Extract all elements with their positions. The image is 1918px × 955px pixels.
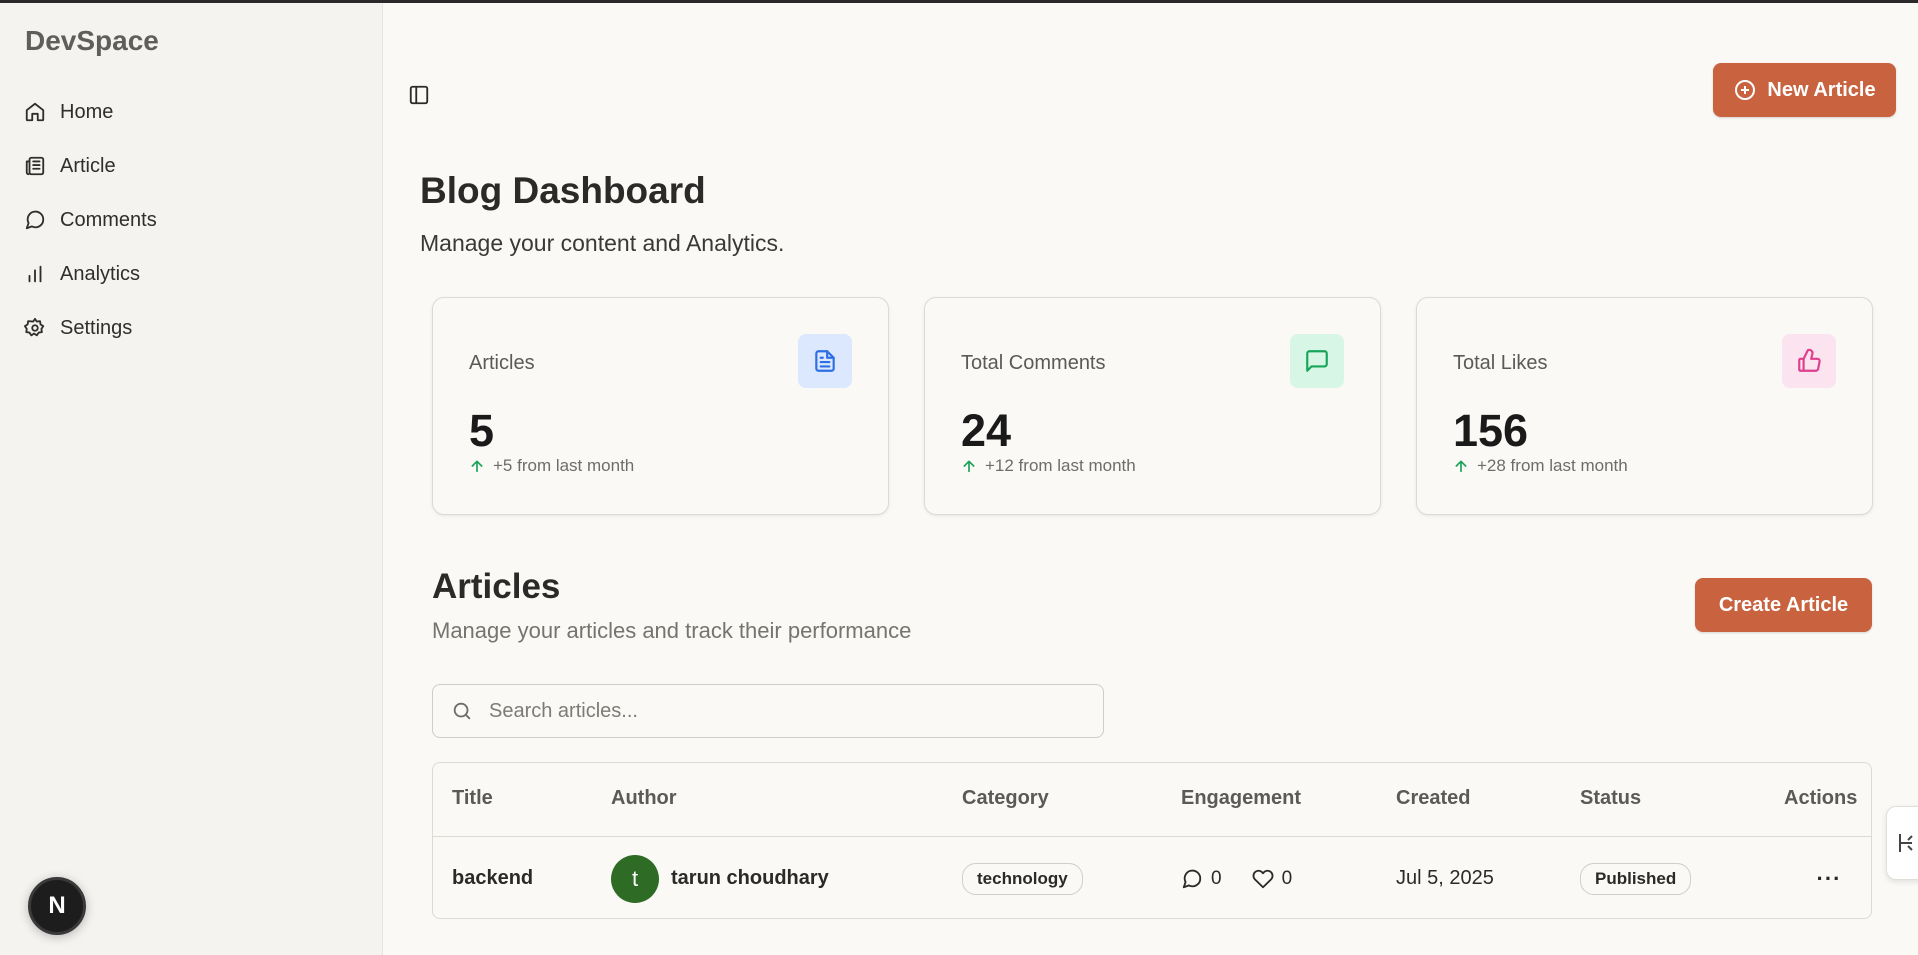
comment-count: 0 — [1211, 867, 1222, 889]
arrow-up-icon — [1455, 460, 1467, 473]
stat-trend-text: +12 from last month — [985, 456, 1136, 475]
sidebar-toggle-button[interactable] — [408, 84, 432, 108]
status-badge: Published — [1580, 862, 1692, 895]
search-input[interactable] — [489, 699, 1069, 723]
panel-left-icon — [409, 85, 429, 105]
column-header-author[interactable]: Author — [611, 787, 677, 810]
stat-trend-text: +5 from last month — [493, 456, 635, 475]
cell-status: Published — [1580, 837, 1692, 918]
stat-icon-wrapper — [1290, 334, 1344, 388]
cell-category: technology — [962, 837, 1083, 918]
sidebar-item-label: Comments — [60, 208, 157, 231]
search-icon — [453, 702, 471, 720]
stat-icon-wrapper — [1782, 334, 1836, 388]
create-article-button[interactable]: Create Article — [1695, 578, 1872, 632]
page-subtitle: Manage your content and Analytics. — [420, 230, 785, 256]
page-title: Blog Dashboard — [420, 170, 706, 211]
stat-label: Total Likes — [1453, 352, 1548, 374]
dev-tools-badge[interactable]: N — [28, 877, 86, 935]
stat-card-articles: Articles 5 +5 from last month — [432, 297, 889, 515]
sidebar-item-settings[interactable]: Settings — [24, 301, 157, 355]
stat-card-comments: Total Comments 24 +12 from last month — [924, 297, 1381, 515]
sidebar-item-label: Home — [60, 100, 114, 123]
stat-value: 156 — [1453, 405, 1529, 456]
stat-trend-text: +28 from last month — [1477, 456, 1628, 475]
plus-circle-icon — [1735, 80, 1756, 100]
column-header-status[interactable]: Status — [1580, 787, 1641, 810]
comment-icon — [1182, 869, 1202, 888]
stat-label: Articles — [469, 352, 535, 374]
stat-label: Total Comments — [961, 352, 1106, 374]
arrow-up-icon — [963, 460, 975, 473]
author-name: tarun choudhary — [671, 867, 829, 889]
column-header-created[interactable]: Created — [1396, 787, 1470, 810]
table-row[interactable]: backend t tarun choudhary technology 0 0… — [433, 837, 1871, 918]
category-badge: technology — [962, 862, 1083, 895]
bar-chart-icon — [28, 265, 42, 283]
stat-trend: +28 from last month — [1453, 456, 1628, 476]
column-header-actions: Actions — [1784, 787, 1858, 809]
stat-value: 24 — [961, 405, 1012, 456]
new-article-label: New Article — [1767, 78, 1876, 101]
sidebar-nav: Home Article Comments Analytics Settings — [24, 85, 157, 355]
column-header-title[interactable]: Title — [452, 787, 493, 810]
heart-icon — [1252, 869, 1273, 888]
articles-section-title: Articles — [432, 567, 561, 606]
sidebar-item-analytics[interactable]: Analytics — [24, 247, 157, 301]
like-count: 0 — [1281, 867, 1293, 889]
message-square-icon — [1306, 350, 1328, 372]
stat-icon-wrapper — [798, 334, 852, 388]
cell-author: t tarun choudhary — [611, 837, 829, 918]
sidebar-item-label: Article — [60, 154, 116, 177]
avatar: t — [611, 854, 659, 903]
arrow-up-icon — [471, 460, 483, 473]
stat-value: 5 — [469, 405, 495, 456]
sidebar: DevSpace Home Article Comments Analytics… — [0, 3, 383, 955]
floating-side-tab[interactable] — [1886, 806, 1918, 880]
sidebar-item-label: Analytics — [60, 262, 141, 285]
column-header-engagement[interactable]: Engagement — [1181, 787, 1301, 810]
newspaper-icon — [25, 156, 45, 176]
stat-trend: +5 from last month — [469, 456, 634, 476]
message-circle-icon — [25, 210, 45, 230]
resize-handle-icon — [1899, 834, 1913, 852]
brand-logo: DevSpace — [25, 25, 159, 56]
articles-section-subtitle: Manage your articles and track their per… — [432, 618, 912, 643]
articles-table: Title Author Category Engagement Created… — [432, 762, 1872, 919]
stat-card-likes: Total Likes 156 +28 from last month — [1416, 297, 1873, 515]
new-article-button[interactable]: New Article — [1713, 63, 1896, 117]
sidebar-item-comments[interactable]: Comments — [24, 193, 157, 247]
table-header: Title Author Category Engagement Created… — [433, 763, 1871, 837]
cell-engagement: 0 0 — [1181, 837, 1293, 918]
sidebar-item-article[interactable]: Article — [24, 139, 157, 193]
file-text-icon — [815, 350, 835, 372]
sidebar-item-home[interactable]: Home — [24, 85, 157, 139]
sidebar-item-label: Settings — [60, 316, 133, 339]
row-actions-button[interactable]: ··· — [1794, 837, 1864, 918]
home-icon — [25, 102, 45, 122]
stat-trend: +12 from last month — [961, 456, 1136, 476]
cell-created: Jul 5, 2025 — [1396, 867, 1494, 889]
thumbs-up-icon — [1798, 348, 1821, 372]
column-header-category[interactable]: Category — [962, 787, 1049, 810]
article-search — [432, 684, 1104, 738]
gear-icon — [24, 317, 45, 337]
cell-title[interactable]: backend — [452, 837, 533, 918]
